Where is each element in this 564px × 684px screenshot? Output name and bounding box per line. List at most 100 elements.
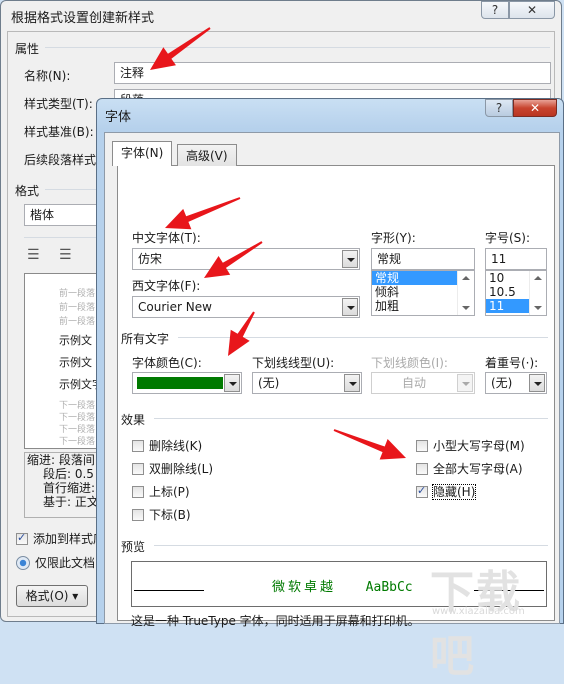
font-color-label: 字体颜色(C): <box>132 356 202 370</box>
close-button[interactable]: ✕ <box>509 1 555 19</box>
help-button[interactable]: ? <box>485 99 513 117</box>
style-based-label: 样式基准(B): <box>24 125 94 139</box>
underline-style-label: 下划线线型(U): <box>252 356 335 370</box>
chevron-down-icon[interactable] <box>342 250 358 268</box>
description-line: 首行缩进: <box>43 481 96 495</box>
font-dialog: 字体 ? ✕ 中文字体(T): 仿宋 西文字体(F): Courier New … <box>96 98 564 628</box>
preview-section-label: 预览 <box>121 540 146 554</box>
chevron-down-icon[interactable] <box>529 374 545 392</box>
description-line: 基于: 正文 <box>43 495 99 509</box>
scroll-down-icon[interactable] <box>462 306 470 310</box>
western-font-select[interactable]: Courier New <box>132 296 360 318</box>
chevron-down-icon[interactable] <box>224 374 240 392</box>
checkbox-checked[interactable] <box>416 484 428 498</box>
chinese-font-value: 仿宋 <box>138 252 163 266</box>
font-size-list[interactable]: 10 10.5 11 <box>485 270 547 316</box>
style-type-label: 样式类型(T): <box>24 97 93 111</box>
prev-paragraph-line: 前一段落 <box>59 303 96 313</box>
close-icon: ✕ <box>526 3 538 17</box>
format-section-label: 格式 <box>15 184 40 198</box>
underline-style-value: (无) <box>258 376 280 390</box>
emphasis-mark-value: (无) <box>491 376 513 390</box>
name-input[interactable]: 注释 <box>114 62 551 84</box>
dialog-title: 根据格式设置创建新样式 <box>11 11 155 26</box>
checkbox-checked[interactable] <box>16 531 28 545</box>
prev-paragraph-line: 前一段落 <box>59 289 96 299</box>
align-left-icon[interactable]: ☰ <box>27 247 40 263</box>
scrollbar[interactable] <box>529 271 546 315</box>
font-type-note: 这是一种 TrueType 字体，同时适用于屏幕和打印机。 <box>131 614 420 628</box>
separator <box>178 337 548 338</box>
font-color-swatch <box>137 377 223 389</box>
question-icon: ? <box>491 3 499 17</box>
description-line: 缩进: 段落间 <box>27 453 95 467</box>
small-caps-checkbox[interactable]: 小型大写字母(M) <box>416 437 525 454</box>
separator <box>45 47 550 48</box>
align-center-icon[interactable]: ☰ <box>59 247 72 263</box>
prev-paragraph-line: 前一段落 <box>59 317 96 327</box>
underline-style-select[interactable]: (无) <box>252 372 362 394</box>
chevron-down-icon[interactable] <box>344 374 360 392</box>
chinese-font-label: 中文字体(T): <box>132 231 201 245</box>
hidden-checkbox[interactable]: 隐藏(H) <box>416 483 477 500</box>
scrollbar[interactable] <box>457 271 474 315</box>
close-button[interactable]: ✕ <box>513 99 557 117</box>
style-description: 缩进: 段落间 段后: 0.5 首行缩进: 基于: 正文 <box>24 452 104 518</box>
emphasis-mark-label: 着重号(·): <box>485 356 539 370</box>
font-color-select[interactable] <box>132 372 242 394</box>
list-item[interactable]: 11 <box>486 299 530 313</box>
chevron-down-icon <box>457 374 473 392</box>
scroll-up-icon[interactable] <box>534 276 542 280</box>
checkbox[interactable] <box>132 485 144 498</box>
effects-section-label: 效果 <box>121 413 146 427</box>
checkbox[interactable] <box>132 462 144 475</box>
checkbox[interactable] <box>416 462 428 475</box>
font-style-list[interactable]: 常规 倾斜 加粗 <box>371 270 475 316</box>
chevron-down-icon[interactable] <box>342 298 358 316</box>
name-label: 名称(N): <box>24 69 71 83</box>
format-button[interactable]: 格式(O) ▾ <box>16 585 88 607</box>
checkbox[interactable] <box>132 439 144 452</box>
scroll-up-icon[interactable] <box>462 276 470 280</box>
properties-section-label: 属性 <box>15 42 40 56</box>
baseline-left <box>134 590 204 591</box>
all-text-section-label: 所有文字 <box>121 332 170 346</box>
double-strikethrough-checkbox[interactable]: 双删除线(L) <box>132 460 213 477</box>
font-select[interactable]: 楷体 <box>24 204 104 226</box>
strikethrough-checkbox[interactable]: 删除线(K) <box>132 437 202 454</box>
only-this-document-radio[interactable]: 仅限此文档 <box>16 554 95 571</box>
dialog-body: 中文字体(T): 仿宋 西文字体(F): Courier New 字形(Y): … <box>104 132 560 628</box>
separator <box>24 237 104 238</box>
tab-panel-font: 中文字体(T): 仿宋 西文字体(F): Courier New 字形(Y): … <box>117 165 555 628</box>
preview-sample-cn: 微软卓越 <box>272 580 337 595</box>
sample-text-line: 示例文 <box>59 356 92 369</box>
western-font-value: Courier New <box>138 300 212 314</box>
chinese-font-select[interactable]: 仿宋 <box>132 248 360 270</box>
tab-font[interactable]: 字体(N) <box>112 141 173 166</box>
western-font-label: 西文字体(F): <box>132 279 201 293</box>
description-line: 段后: 0.5 <box>43 467 94 481</box>
radio-selected[interactable] <box>16 555 30 570</box>
style-preview-box: 前一段落 前一段落 前一段落 示例文 示例文 示例文字 下一段落 下一段落 下一… <box>24 273 104 449</box>
emphasis-mark-select[interactable]: (无) <box>485 372 547 394</box>
list-item[interactable]: 常规 <box>372 271 458 285</box>
scroll-down-icon[interactable] <box>534 306 542 310</box>
checkbox[interactable] <box>416 439 428 452</box>
following-style-label: 后续段落样式 <box>24 153 97 167</box>
font-size-input[interactable]: 11 <box>485 248 547 270</box>
underline-color-value: 自动 <box>402 376 427 390</box>
help-button[interactable]: ? <box>481 1 509 19</box>
separator <box>154 418 548 419</box>
all-caps-checkbox[interactable]: 全部大写字母(A) <box>416 460 523 477</box>
sample-text-line: 示例文 <box>59 334 92 347</box>
superscript-checkbox[interactable]: 上标(P) <box>132 483 190 500</box>
font-style-label: 字形(Y): <box>371 231 416 245</box>
question-icon: ? <box>495 101 503 115</box>
font-style-input[interactable]: 常规 <box>371 248 475 270</box>
subscript-checkbox[interactable]: 下标(B) <box>132 506 191 523</box>
add-to-gallery-checkbox[interactable]: 添加到样式库 <box>16 530 105 547</box>
checkbox[interactable] <box>132 508 144 521</box>
close-icon: ✕ <box>529 101 541 115</box>
tab-advanced[interactable]: 高级(V) <box>177 144 237 166</box>
separator <box>154 545 548 546</box>
